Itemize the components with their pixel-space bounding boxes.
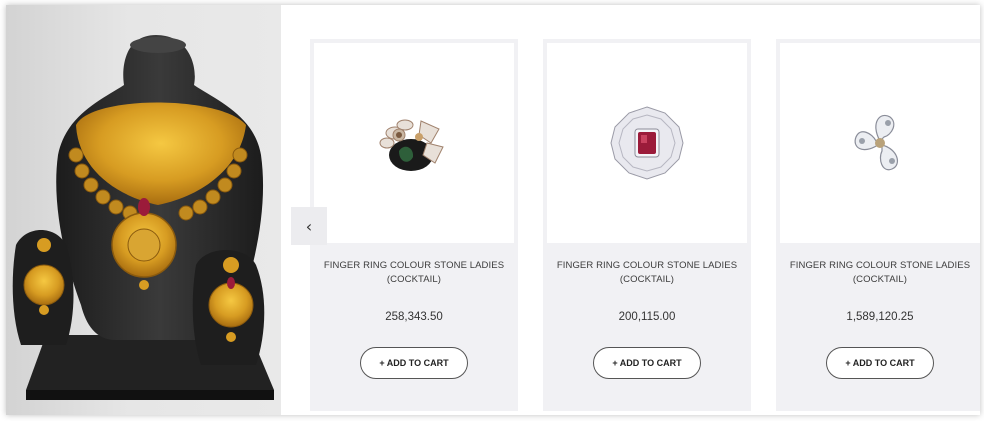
floral-ring-icon [379,119,444,171]
necklace-set-icon [12,35,274,400]
product-carousel: FINGER RING COLOUR STONE LADIES (COCKTAI… [281,5,980,415]
add-to-cart-button[interactable]: + ADD TO CART [826,347,934,379]
chevron-left-icon: ‹ [305,216,313,236]
add-to-cart-button[interactable]: + ADD TO CART [360,347,468,379]
product-card[interactable]: FINGER RING COLOUR STONE LADIES (COCKTAI… [310,39,518,411]
product-price: 200,115.00 [618,311,676,323]
triskelion-ring-icon [854,114,899,171]
product-section: FINGER RING COLOUR STONE LADIES (COCKTAI… [6,5,980,415]
product-title[interactable]: FINGER RING COLOUR STONE LADIES (COCKTAI… [776,259,980,287]
product-image[interactable] [547,43,747,243]
ruby-ring-icon [610,106,684,180]
product-price: 1,589,120.25 [846,311,914,323]
product-title[interactable]: FINGER RING COLOUR STONE LADIES (COCKTAI… [310,259,518,287]
product-card[interactable]: FINGER RING COLOUR STONE LADIES (COCKTAI… [543,39,751,411]
product-card[interactable]: FINGER RING COLOUR STONE LADIES (COCKTAI… [776,39,980,411]
hero-necklace-image [6,5,281,415]
product-title[interactable]: FINGER RING COLOUR STONE LADIES (COCKTAI… [543,259,751,287]
carousel-prev-button[interactable]: ‹ [291,207,327,245]
product-price: 258,343.50 [385,311,443,323]
add-to-cart-button[interactable]: + ADD TO CART [593,347,701,379]
product-image[interactable] [314,43,514,243]
product-image[interactable] [780,43,980,243]
